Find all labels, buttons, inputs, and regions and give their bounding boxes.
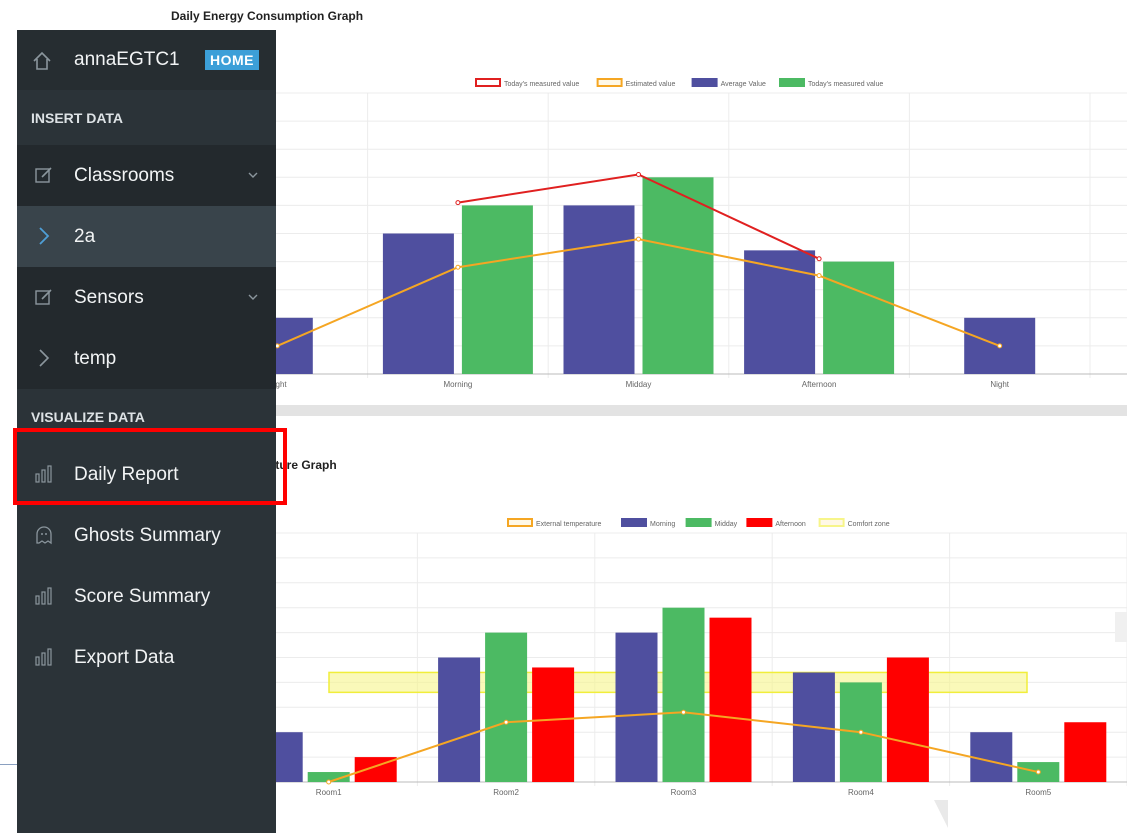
legend-swatch: [621, 518, 647, 527]
x-tick-label: Room3: [671, 788, 697, 797]
line-point: [503, 719, 509, 725]
sidebar-item-daily-report[interactable]: Daily Report: [17, 444, 276, 505]
section-insert-data: INSERT DATA: [17, 90, 276, 145]
user-name: annaEGTC1: [74, 49, 180, 70]
sidebar-item-temp[interactable]: temp: [17, 328, 276, 389]
legend-label: Afternoon: [775, 521, 805, 528]
chevron-right-icon: [39, 349, 50, 367]
bar-average-value-afternoon: [744, 250, 816, 374]
line-point: [681, 709, 686, 715]
x-tick-label: Midday: [626, 380, 652, 389]
chevron-down-icon: [248, 294, 258, 300]
bar-afternoon-room4: [886, 657, 929, 782]
legend-label: Today's measured value: [808, 81, 883, 88]
line-point: [816, 273, 822, 279]
line-point: [858, 729, 864, 735]
line-point: [1035, 769, 1041, 775]
bar-afternoon-room3: [709, 617, 752, 782]
section-divider: [276, 405, 1127, 416]
sidebar-item-label: Daily Report: [74, 463, 179, 485]
edit-icon: [35, 167, 52, 183]
legend-label: Midday: [715, 521, 738, 528]
scroll-marker: [1115, 612, 1127, 642]
sidebar-item-score-summary[interactable]: Score Summary: [17, 566, 276, 627]
bar-chart-icon: [35, 587, 52, 605]
legend-label: External temperature: [536, 521, 601, 528]
legend-swatch: [475, 78, 501, 87]
x-tick-label: Room2: [493, 788, 519, 797]
sidebar-item-label: Score Summary: [74, 585, 211, 607]
bar-today-s-measured-value-midday: [642, 177, 714, 374]
sidebar-item-label: Ghosts Summary: [74, 524, 221, 546]
bar-midday-room3: [662, 607, 705, 782]
chevron-down-icon: [248, 172, 258, 178]
sidebar-item-sensors[interactable]: Sensors: [17, 267, 276, 328]
legend-swatch: [691, 78, 718, 87]
sidebar-item-label: 2a: [74, 225, 96, 247]
home-badge-button[interactable]: HOME: [205, 50, 259, 70]
temperature-chart: Room1 Room2 Room3 Room4 Room5 External temper…: [262, 518, 1127, 797]
line-point: [326, 779, 332, 785]
sidebar: annaEGTC1 HOME INSERT DATA Classrooms 2a…: [17, 30, 276, 833]
bar-average-value-morning: [382, 233, 454, 374]
left-edge-line: [0, 764, 18, 765]
x-tick-label: Afternoon: [802, 380, 837, 389]
line-point: [997, 343, 1003, 349]
bar-chart-icon: [35, 648, 52, 666]
bar-today-s-measured-value-afternoon: [823, 261, 895, 374]
chevron-right-icon: [39, 227, 50, 245]
legend-swatch: [685, 518, 712, 527]
legend-label: Comfort zone: [848, 521, 890, 528]
sidebar-item-export-data[interactable]: Export Data: [17, 627, 276, 688]
x-tick-label: Room4: [848, 788, 874, 797]
bar-morning-room3: [615, 632, 658, 782]
legend-label: Today's measured value: [504, 81, 579, 88]
line-point: [636, 236, 641, 242]
sidebar-item-label: Export Data: [74, 646, 175, 668]
legend-label: Estimated value: [626, 81, 676, 88]
corner-decoration: [934, 800, 948, 828]
sidebar-item-classrooms[interactable]: Classrooms: [17, 145, 276, 206]
legend-label: Morning: [650, 521, 675, 528]
energy-consumption-chart: Night Morning Midday Afternoon NightToday's …: [262, 78, 1127, 389]
line-point: [636, 171, 641, 177]
x-tick-label: Room5: [1025, 788, 1051, 797]
legend-swatch: [507, 518, 533, 527]
sidebar-header: annaEGTC1 HOME: [17, 30, 276, 90]
edit-icon: [35, 289, 52, 305]
legend-swatch: [818, 518, 845, 527]
line-point: [455, 264, 461, 270]
sidebar-item-label: Sensors: [74, 286, 144, 308]
ghost-icon: [36, 526, 52, 545]
bar-morning-room5: [970, 732, 1013, 782]
line-point: [455, 200, 461, 206]
bar-today-s-measured-value-morning: [461, 205, 533, 374]
sidebar-item-2a[interactable]: 2a: [17, 206, 276, 267]
x-tick-label: Night: [990, 380, 1009, 389]
sidebar-item-label: temp: [74, 347, 117, 369]
sidebar-item-ghosts-summary[interactable]: Ghosts Summary: [17, 505, 276, 566]
legend-label: Average Value: [721, 81, 766, 88]
legend-swatch: [596, 78, 623, 87]
line-point: [816, 256, 822, 262]
bar-chart-icon: [35, 465, 52, 483]
sidebar-item-label: Classrooms: [74, 164, 175, 186]
section-visualize-data: VISUALIZE DATA: [17, 389, 276, 444]
bar-afternoon-room5: [1064, 722, 1107, 782]
x-tick-label: Room1: [316, 788, 342, 797]
home-icon[interactable]: [31, 50, 53, 72]
bar-average-value-midday: [563, 205, 635, 374]
bar-midday-room2: [485, 632, 528, 782]
legend-swatch: [779, 78, 805, 87]
x-tick-label: Morning: [443, 380, 472, 389]
energy-chart-title: Daily Energy Consumption Graph: [171, 9, 364, 23]
bar-afternoon-room2: [532, 667, 575, 782]
legend-swatch: [746, 518, 773, 527]
bar-morning-room2: [438, 657, 481, 782]
